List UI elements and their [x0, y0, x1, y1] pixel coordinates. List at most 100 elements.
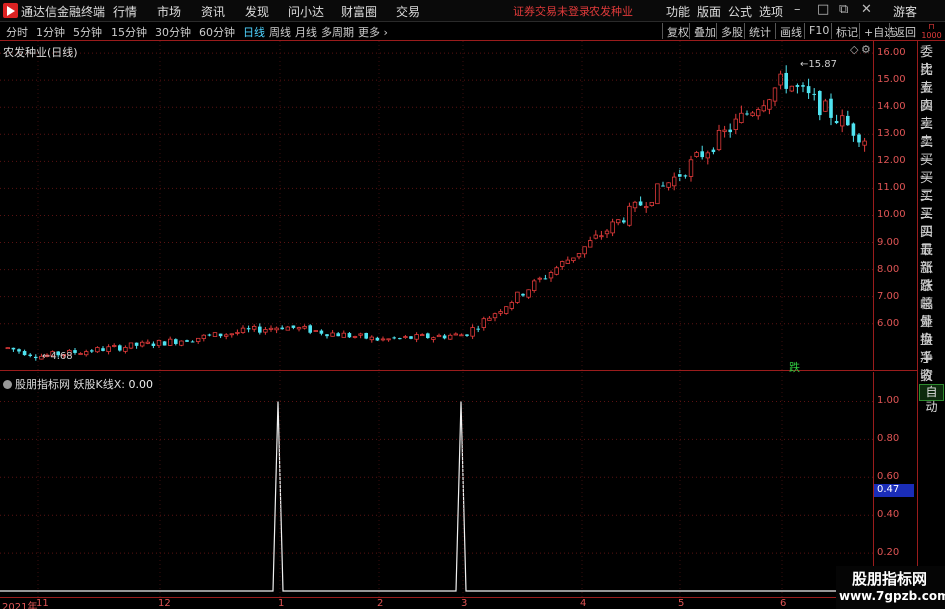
- diamond-icon[interactable]: ◇: [850, 43, 858, 56]
- candle-body-up: [251, 326, 257, 330]
- menu-faxian[interactable]: 发现: [245, 3, 269, 20]
- candle-body-up: [431, 337, 436, 340]
- period-60min[interactable]: 60分钟: [199, 24, 235, 40]
- menu-wenxiaoda[interactable]: 问小达: [288, 3, 324, 20]
- period-daily[interactable]: 日线: [243, 24, 265, 40]
- tool-f10[interactable]: F10: [804, 23, 833, 39]
- candle-body-up: [302, 326, 307, 329]
- candle-body-up: [761, 105, 766, 112]
- candle-body-down: [398, 338, 402, 340]
- candle-body-down: [134, 342, 139, 346]
- menu-xuanxiang[interactable]: 选项: [759, 3, 783, 20]
- time-tick-label: 4: [580, 598, 587, 609]
- candlestick-svg: [0, 41, 873, 371]
- tool-duogu[interactable]: 多股: [716, 23, 747, 39]
- candle-body-up: [616, 219, 621, 224]
- candle-body-up: [823, 100, 828, 112]
- candle-body-up: [565, 259, 570, 264]
- period-multi[interactable]: 多周期: [321, 24, 354, 40]
- candle-body-down: [118, 345, 122, 351]
- candle-body-down: [347, 333, 352, 338]
- candle-body-up: [688, 159, 694, 177]
- candle-body-up: [235, 332, 240, 334]
- period-30min[interactable]: 30分钟: [155, 24, 191, 40]
- candle-body-up: [447, 334, 453, 340]
- price-tick-label: 6.00: [877, 317, 900, 329]
- period-fenshi[interactable]: 分时: [6, 24, 28, 40]
- candle-body-up: [722, 129, 727, 132]
- candle-body-up: [604, 230, 610, 235]
- menu-caifuquan[interactable]: 财富圈: [341, 3, 377, 20]
- candle-body-up: [554, 267, 559, 275]
- menu-gongneng[interactable]: 功能: [666, 3, 690, 20]
- close-icon[interactable]: ✕: [861, 2, 872, 17]
- candle-body-down: [857, 134, 861, 143]
- guest-user[interactable]: 游客: [893, 3, 917, 20]
- tool-biaoji[interactable]: 标记: [831, 23, 862, 39]
- candle-body-down: [280, 327, 284, 330]
- candle-body-down: [308, 325, 312, 333]
- candle-body-up: [195, 337, 201, 342]
- menu-jiaoyi[interactable]: 交易: [396, 3, 420, 20]
- candle-body-down: [683, 175, 688, 177]
- time-tick-label: 6: [780, 598, 787, 609]
- candle-body-up: [369, 336, 374, 341]
- candle-body-down: [207, 334, 212, 336]
- period-more[interactable]: 更多 ›: [358, 24, 388, 40]
- menu-shichang[interactable]: 市场: [157, 3, 181, 20]
- candle-body-down: [22, 351, 27, 356]
- indicator-tick-label: 0.40: [877, 509, 900, 521]
- candle-body-up: [772, 87, 778, 102]
- period-monthly[interactable]: 月线: [295, 24, 317, 40]
- price-tick-label: 13.00: [877, 128, 906, 140]
- candle-body-down: [17, 349, 21, 352]
- candle-body-up: [537, 277, 542, 280]
- candle-body-down: [543, 278, 548, 280]
- menu-zixun[interactable]: 资讯: [201, 3, 225, 20]
- candle-body-up: [503, 306, 509, 314]
- indicator-line: [0, 401, 873, 592]
- candle-body-up: [733, 118, 738, 130]
- candle-body-up: [492, 313, 498, 319]
- candle-body-down: [426, 333, 430, 339]
- menu-banmian[interactable]: 版面: [697, 3, 721, 20]
- candle-body-up: [515, 291, 520, 303]
- settings-icon[interactable]: ⚙: [861, 43, 871, 56]
- candle-body-up: [263, 329, 268, 333]
- price-tick-label: 14.00: [877, 101, 906, 113]
- tool-huaxian[interactable]: 画线: [775, 23, 806, 39]
- main-chart-area[interactable]: [0, 41, 917, 371]
- time-tick-label: 3: [461, 598, 468, 609]
- candle-body-down: [711, 149, 716, 153]
- indicator-title: 股朋指标网 妖股K线X: 0.00: [3, 376, 153, 392]
- candle-body-up: [756, 109, 761, 117]
- candle-body-down: [325, 334, 329, 337]
- candle-body-up: [548, 272, 554, 279]
- candle-body-up: [778, 73, 783, 86]
- menu-hangqing[interactable]: 行情: [113, 3, 137, 20]
- price-tick-label: 11.00: [877, 182, 906, 194]
- indicator-tick-label: 0.20: [877, 547, 900, 559]
- time-tick-label: 2: [377, 598, 384, 609]
- candle-body-up: [313, 330, 318, 332]
- candle-body-down: [162, 341, 167, 346]
- menu-bar: 通达信金融终端 行情 市场 资讯 发现 问小达 财富圈 交易 证券交易未登录 农…: [0, 0, 945, 22]
- candle-body-down: [638, 201, 643, 206]
- period-weekly[interactable]: 周线: [269, 24, 291, 40]
- menu-gongshi[interactable]: 公式: [728, 3, 752, 20]
- restore-icon[interactable]: ⧉: [839, 2, 848, 17]
- period-15min[interactable]: 15分钟: [111, 24, 147, 40]
- auto-button[interactable]: 自动: [919, 384, 944, 414]
- indicator-toggle-icon[interactable]: [3, 380, 12, 389]
- period-1min[interactable]: 1分钟: [36, 24, 65, 40]
- period-5min[interactable]: 5分钟: [73, 24, 102, 40]
- login-notice[interactable]: 证券交易未登录: [513, 3, 590, 19]
- tool-tongji[interactable]: 统计: [744, 23, 775, 39]
- candle-body-down: [336, 333, 340, 337]
- minimize-icon[interactable]: –: [794, 2, 801, 17]
- maximize-icon[interactable]: □: [817, 2, 829, 17]
- candle-body-up: [436, 334, 442, 338]
- indicator-chart-area[interactable]: [0, 372, 917, 597]
- candle-body-down: [34, 356, 38, 359]
- tool-fanhui[interactable]: 返回: [889, 23, 920, 39]
